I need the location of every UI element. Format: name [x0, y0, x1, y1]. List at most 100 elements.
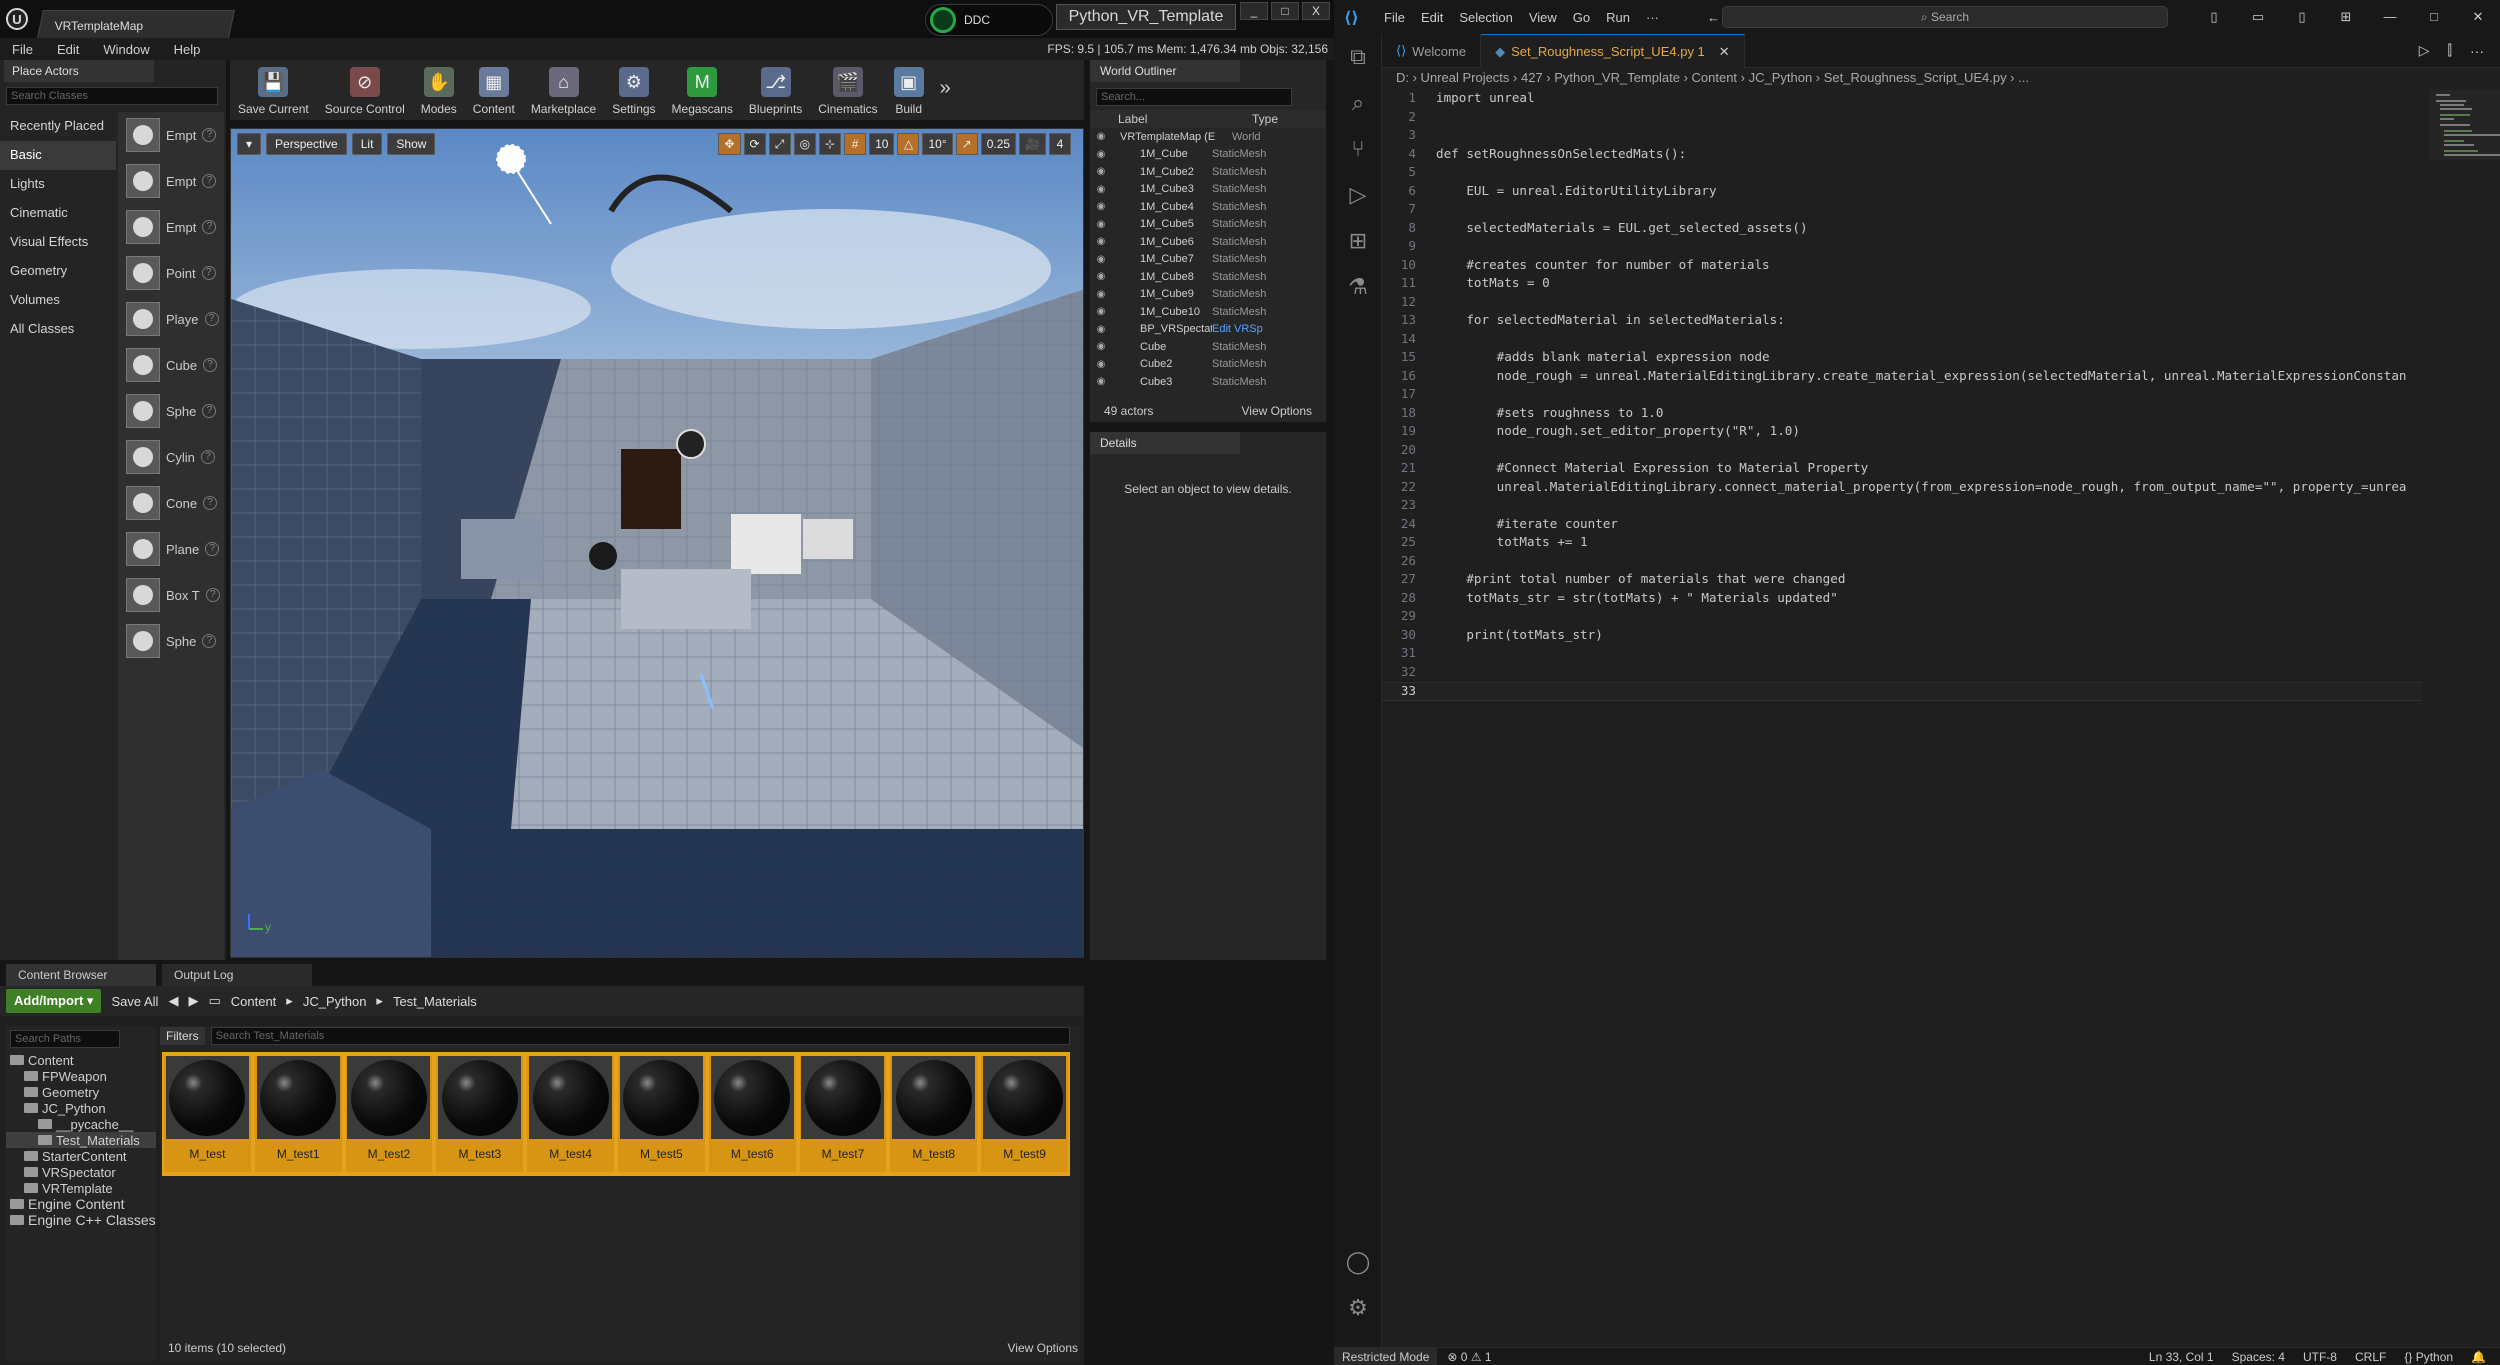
code-line[interactable]: 10 #creates counter for number of materi…	[1382, 257, 2422, 276]
scale-snap-value[interactable]: 0.25	[980, 133, 1017, 155]
split-editor-icon[interactable]: ⫿	[2448, 42, 2452, 59]
code-line[interactable]: 29	[1382, 608, 2422, 627]
code-editor[interactable]: 1 import unreal 2 3 4 def setRoughnessOnSelec…	[1382, 90, 2422, 1340]
actor-item[interactable]: Empt?	[118, 112, 224, 158]
folder-tree-item[interactable]: VRTemplate	[6, 1180, 156, 1196]
code-line[interactable]: 1 import unreal	[1382, 90, 2422, 109]
code-line[interactable]: 7	[1382, 201, 2422, 220]
accounts-icon[interactable]: ◯	[1334, 1239, 1382, 1285]
indentation[interactable]: Spaces: 4	[2232, 1350, 2303, 1364]
actor-item[interactable]: Sphe?	[118, 618, 224, 664]
folder-tree-item[interactable]: Geometry	[6, 1084, 156, 1100]
output-log-tab[interactable]: Output Log	[162, 964, 312, 986]
translate-tool-icon[interactable]: ✥	[718, 133, 741, 155]
help-icon[interactable]: ?	[200, 450, 215, 464]
vs-menu-item[interactable]: Go	[1565, 10, 1598, 25]
folder-tree-item[interactable]: Engine Content	[6, 1196, 156, 1212]
code-line[interactable]: 30 print(totMats_str)	[1382, 627, 2422, 646]
visibility-eye-icon[interactable]: ◉	[1090, 149, 1112, 160]
visibility-eye-icon[interactable]: ◉	[1090, 359, 1112, 370]
show-button[interactable]: Show	[387, 133, 436, 155]
notifications-bell-icon[interactable]: 🔔	[2471, 1350, 2500, 1364]
code-line[interactable]: 23	[1382, 497, 2422, 516]
visibility-eye-icon[interactable]: ◉	[1090, 219, 1112, 230]
category-item[interactable]: Recently Placed	[0, 112, 116, 141]
code-line[interactable]: 17	[1382, 386, 2422, 405]
help-icon[interactable]: ?	[205, 542, 220, 556]
category-item[interactable]: Visual Effects	[0, 228, 116, 257]
folder-tree-item[interactable]: StarterContent	[6, 1148, 156, 1164]
toggle-secondary-sidebar-icon[interactable]: ▯	[2280, 0, 2324, 34]
code-line[interactable]: 32	[1382, 664, 2422, 683]
code-line[interactable]: 19 node_rough.set_editor_property("R", 1…	[1382, 423, 2422, 442]
search-view-icon[interactable]: ⌕	[1334, 80, 1382, 126]
visibility-eye-icon[interactable]: ◉	[1090, 306, 1112, 317]
visibility-eye-icon[interactable]: ◉	[1090, 131, 1112, 142]
camera-speed-value[interactable]: 4	[1049, 133, 1071, 155]
camera-speed-icon[interactable]: 🎥	[1019, 133, 1046, 155]
category-item[interactable]: Basic	[0, 141, 116, 170]
outliner-search-input[interactable]: Search...	[1096, 88, 1292, 106]
toolbar-save-current-button[interactable]: 💾 Save Current	[230, 60, 317, 120]
rotate-tool-icon[interactable]: ⟳	[743, 133, 766, 155]
add-import-button[interactable]: Add/Import ▾	[6, 989, 102, 1013]
minimap[interactable]	[2430, 90, 2500, 210]
outliner-row[interactable]: ◉ VRTemplateMap (E World	[1090, 128, 1326, 146]
help-icon[interactable]: ?	[203, 496, 218, 510]
help-icon[interactable]: ?	[202, 634, 217, 648]
cursor-position[interactable]: Ln 33, Col 1	[2149, 1350, 2232, 1364]
toolbar-cinematics-button[interactable]: 🎬 Cinematics	[810, 60, 885, 120]
material-asset-tile[interactable]: M_test6	[708, 1056, 796, 1172]
outliner-row[interactable]: ◉ Cube StaticMesh	[1090, 338, 1326, 356]
outliner-row[interactable]: ◉ 1M_Cube8 StaticMesh	[1090, 268, 1326, 286]
material-asset-tile[interactable]: M_test7	[799, 1056, 887, 1172]
code-line[interactable]: 31	[1382, 645, 2422, 664]
language-mode[interactable]: {} Python	[2404, 1350, 2471, 1364]
run-python-icon[interactable]: ▷	[2419, 42, 2430, 59]
material-asset-tile[interactable]: M_test2	[345, 1056, 433, 1172]
actor-item[interactable]: Sphe?	[118, 388, 224, 434]
help-icon[interactable]: ?	[202, 128, 217, 142]
code-line[interactable]: 14	[1382, 331, 2422, 350]
world-space-icon[interactable]: ◎	[793, 133, 817, 155]
toolbar-build-button[interactable]: ▣ Build	[886, 60, 932, 120]
code-line[interactable]: 8 selectedMaterials = EUL.get_selected_a…	[1382, 220, 2422, 239]
outliner-view-options[interactable]: View Options	[1242, 404, 1312, 418]
category-item[interactable]: Volumes	[0, 286, 116, 315]
actor-item[interactable]: Box T?	[118, 572, 224, 618]
close-button[interactable]: ✕	[2456, 0, 2500, 34]
vs-menu-item[interactable]: File	[1376, 10, 1413, 25]
code-line[interactable]: 6 EUL = unreal.EditorUtilityLibrary	[1382, 183, 2422, 202]
outliner-row[interactable]: ◉ 1M_Cube6 StaticMesh	[1090, 233, 1326, 251]
toolbar-modes-button[interactable]: ✋ Modes	[413, 60, 465, 120]
perspective-button[interactable]: Perspective	[266, 133, 347, 155]
material-asset-tile[interactable]: M_test3	[436, 1056, 524, 1172]
manage-gear-icon[interactable]: ⚙	[1334, 1285, 1382, 1331]
save-all-button[interactable]: Save All	[111, 994, 158, 1009]
breadcrumb[interactable]: D: › Unreal Projects › 427 › Python_VR_T…	[1396, 70, 2029, 90]
extensions-icon[interactable]: ⊞	[1334, 218, 1382, 264]
code-line[interactable]: 5	[1382, 164, 2422, 183]
ddc-status[interactable]: DDC	[925, 4, 1053, 36]
close-button[interactable]: X	[1302, 2, 1330, 20]
tab-set-roughness-script[interactable]: ◆ Set_Roughness_Script_UE4.py 1 ✕	[1481, 34, 1745, 68]
code-line[interactable]: 26	[1382, 553, 2422, 572]
history-back-icon[interactable]: ◀	[168, 993, 178, 1009]
more-actions-icon[interactable]: ···	[2470, 43, 2484, 59]
visibility-eye-icon[interactable]: ◉	[1090, 341, 1112, 352]
scale-snap-icon[interactable]: ↗	[955, 133, 978, 155]
path-test-materials[interactable]: Test_Materials	[393, 994, 477, 1009]
outliner-row[interactable]: ◉ Cube2 StaticMesh	[1090, 356, 1326, 374]
toolbar-marketplace-button[interactable]: ⌂ Marketplace	[523, 60, 604, 120]
lit-button[interactable]: Lit	[351, 133, 383, 155]
material-asset-tile[interactable]: M_test	[164, 1056, 251, 1172]
toolbar-source-control-button[interactable]: ⊘ Source Control	[317, 60, 413, 120]
search-classes-input[interactable]: Search Classes	[6, 87, 218, 105]
outliner-row[interactable]: ◉ 1M_Cube StaticMesh	[1090, 146, 1326, 164]
explorer-icon[interactable]: ⧉	[1334, 34, 1382, 80]
visibility-eye-icon[interactable]: ◉	[1090, 254, 1112, 265]
help-icon[interactable]: ?	[205, 588, 220, 602]
minimize-button[interactable]: _	[1240, 2, 1268, 20]
problems-indicator[interactable]: ⊗ 0 ⚠ 1	[1447, 1350, 1491, 1364]
category-item[interactable]: Geometry	[0, 257, 116, 286]
